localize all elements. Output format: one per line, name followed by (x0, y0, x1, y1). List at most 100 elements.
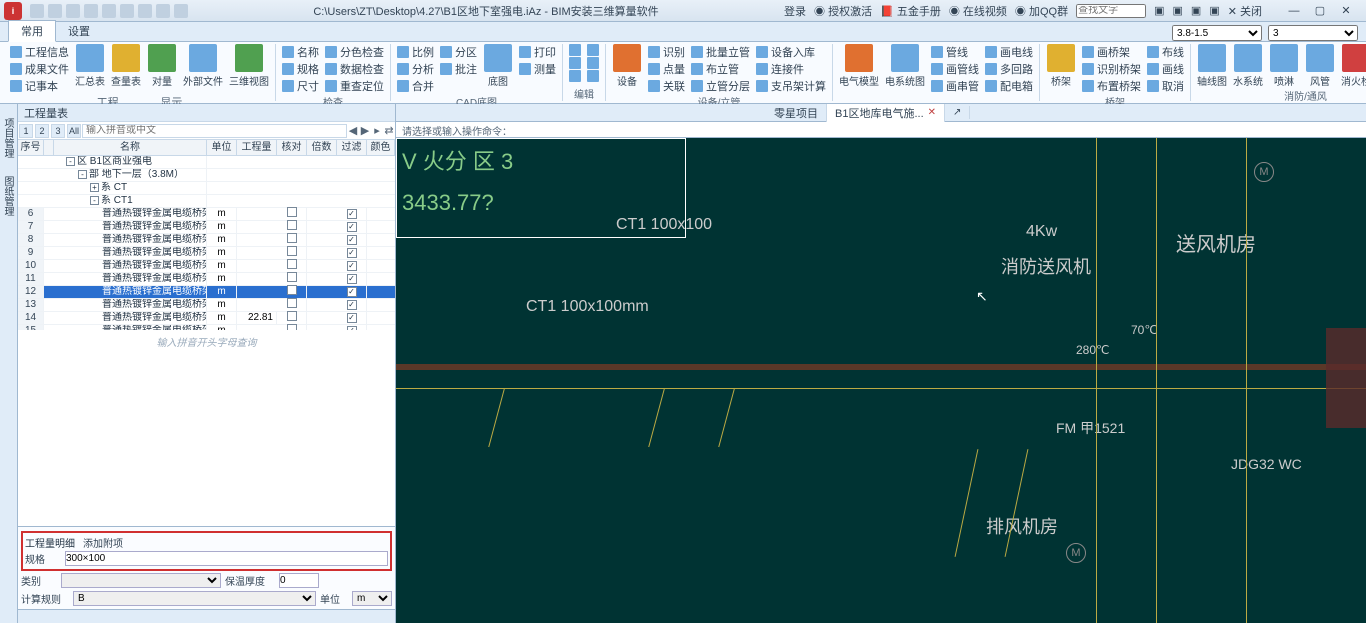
quick-access-toolbar (30, 4, 188, 18)
table-row[interactable]: -区 B1区商业强电 (18, 156, 395, 169)
qat-btn[interactable] (138, 4, 152, 18)
tb-icon[interactable]: ▣ (1154, 4, 1164, 17)
num-combo[interactable]: 3 (1268, 25, 1358, 41)
qat-btn[interactable] (156, 4, 170, 18)
project-info-button[interactable]: 工程信息 (10, 44, 69, 60)
elec-model-button[interactable]: 电气模型 (839, 44, 879, 88)
qat-btn[interactable] (66, 4, 80, 18)
qat-btn[interactable] (30, 4, 44, 18)
table-row[interactable]: -系 CT1 (18, 195, 395, 208)
extfile-button[interactable]: 外部文件 (183, 44, 223, 88)
table-row[interactable]: 9普通热镀锌金属电缆桥架 40..m✓ (18, 247, 395, 260)
spec-input[interactable] (65, 551, 388, 566)
compare-button[interactable]: 对量 (147, 44, 177, 88)
tb-1[interactable]: 1 (19, 124, 33, 138)
ribbon-tab-common[interactable]: 常用 (8, 20, 56, 42)
elec-sys-button[interactable]: 电系统图 (885, 44, 925, 88)
table-row[interactable]: 12普通热镀锌金属电缆桥架 30..m✓ (18, 286, 395, 299)
group-device: 设备 识别 点量 关联 批量立管 布立管 立管分层 设备入库 连接件 支吊架计算… (606, 44, 833, 101)
spec-label: 规格 (25, 551, 61, 566)
lookup-button[interactable]: 查量表 (111, 44, 141, 88)
prop-tab-detail[interactable]: 工程量明细 (25, 535, 75, 549)
nav-more[interactable]: ▸ (371, 124, 383, 137)
property-pane: 工程量明细 添加附项 规格 类别 保温厚度 计算规则 B 单位 m (18, 526, 395, 609)
tb-icon[interactable]: ▣ (1173, 4, 1183, 17)
qq-link[interactable]: ◉ 加QQ群 (1015, 3, 1068, 19)
table-row[interactable]: 14普通热镀锌金属电缆桥架 10..m22.81✓ (18, 312, 395, 325)
qat-btn[interactable] (48, 4, 62, 18)
doc-tab-b1[interactable]: B1区地库电气施...✕ (827, 104, 945, 122)
table-row[interactable]: +系 CT (18, 182, 395, 195)
minimize-button[interactable]: ― (1282, 3, 1306, 19)
login-link[interactable]: 登录 (784, 3, 806, 19)
tb-icon[interactable]: ▣ (1191, 4, 1201, 17)
prop-tab-add[interactable]: 添加附项 (83, 535, 123, 549)
basemap-button[interactable]: 底图 (483, 44, 513, 88)
qat-btn[interactable] (102, 4, 116, 18)
panel-title: 工程量表 (18, 104, 395, 122)
sidetab-drawing[interactable]: 图纸管理 (0, 170, 17, 222)
quantities-panel: 工程量表 1 2 3 All ◀ ▶ ▸ ⇄ 序号 名称 单位 工程量 核对 倍… (18, 104, 396, 623)
table-row[interactable]: 7普通热镀锌金属电缆桥架 60..m✓ (18, 221, 395, 234)
ribbon-tab-settings[interactable]: 设置 (56, 21, 102, 41)
tb-2[interactable]: 2 (35, 124, 49, 138)
app-logo: i (4, 2, 22, 20)
titlebar: i C:\Users\ZT\Desktop\4.27\B1区地下室强电.iAz … (0, 0, 1366, 22)
table-row[interactable]: 6普通热镀锌金属电缆桥架 60..m✓ (18, 208, 395, 221)
table-row[interactable]: -部 地下一层（3.8M） (18, 169, 395, 182)
group-tray: 桥架 画桥架 识别桥架 布置桥架 布线 画线 取消 桥架 (1040, 44, 1191, 101)
sidetab-project[interactable]: 项目管理 (0, 112, 17, 164)
table-row[interactable]: 10普通热镀锌金属电缆桥架 40..m✓ (18, 260, 395, 273)
type-select[interactable] (61, 573, 221, 588)
video-link[interactable]: ◉ 在线视频 (949, 3, 1007, 19)
close-button[interactable]: ✕ (1334, 3, 1358, 19)
side-tabs: 项目管理 图纸管理 (0, 104, 18, 623)
group-check: 名称 规格 尺寸 分色检查 数据检查 重查定位 检查 (276, 44, 391, 101)
nav-reorder[interactable]: ⇄ (383, 124, 395, 137)
qat-btn[interactable] (84, 4, 98, 18)
tb-all[interactable]: All (67, 124, 81, 138)
close-icon[interactable]: ✕ (928, 107, 936, 118)
notepad-button[interactable]: 记事本 (10, 78, 69, 94)
ins-input[interactable] (279, 573, 319, 588)
group-fire: 轴线图 水系统 喷淋 风管 消火栓 管线 材料 消防/通风 (1191, 44, 1366, 101)
ribbon: 工程信息 成果文件 记事本 汇总表 查量表 对量 外部文件 三维视图 工程 显示… (0, 42, 1366, 104)
hardware-link[interactable]: 📕 五金手册 (880, 3, 941, 19)
table-row[interactable]: 8普通热镀锌金属电缆桥架 50..m✓ (18, 234, 395, 247)
tb-3[interactable]: 3 (51, 124, 65, 138)
pinyin-filter[interactable] (82, 124, 347, 138)
panel-scrollbar[interactable] (18, 609, 395, 623)
unit-select[interactable]: m (352, 591, 392, 606)
doc-tab-misc[interactable]: 零星项目 (766, 104, 827, 122)
tree-header: 序号 名称 单位 工程量 核对 倍数 过滤 颜色 (18, 140, 395, 156)
result-file-button[interactable]: 成果文件 (10, 61, 69, 77)
doc-tab-export[interactable]: ↗ (945, 106, 970, 119)
title-right-links: 登录 ◉ 授权激活 📕 五金手册 ◉ 在线视频 ◉ 加QQ群 ▣ ▣ ▣ ▣ ✕ 关闭… (784, 3, 1358, 19)
ins-label: 保温厚度 (225, 573, 275, 588)
tray-button[interactable]: 桥架 (1046, 44, 1076, 88)
command-prompt[interactable]: 请选择或输入操作命令： (396, 122, 1366, 138)
table-row[interactable]: 11普通热镀锌金属电缆桥架 30..m✓ (18, 273, 395, 286)
device-button[interactable]: 设备 (612, 44, 642, 88)
nav-left[interactable]: ◀ (347, 124, 359, 137)
scale-combo[interactable]: 3.8-1.5 (1172, 25, 1262, 41)
summary-button[interactable]: 汇总表 (75, 44, 105, 88)
titlebar-search[interactable] (1076, 4, 1146, 18)
panel-toolbar: 1 2 3 All ◀ ▶ ▸ ⇄ (18, 122, 395, 140)
group-edit: 编辑 (563, 44, 606, 101)
tree-search-hint: 输入拼音开头字母查询 (18, 330, 395, 353)
drawing-canvas[interactable]: V 火分 区 3 3433.77? CT1 100x100 CT1 100x10… (396, 138, 1366, 623)
calc-label: 计算规则 (21, 591, 69, 606)
document-tabs: 零星项目 B1区地库电气施...✕ ↗ (396, 104, 1366, 122)
qat-btn[interactable] (174, 4, 188, 18)
maximize-button[interactable]: ▢ (1308, 3, 1332, 19)
auth-link[interactable]: ◉ 授权激活 (814, 3, 872, 19)
qat-btn[interactable] (120, 4, 134, 18)
nav-right[interactable]: ▶ (359, 124, 371, 137)
calc-select[interactable]: B (73, 591, 316, 606)
tree-body[interactable]: -区 B1区商业强电-部 地下一层（3.8M）+系 CT-系 CT16普通热镀锌… (18, 156, 395, 330)
tb-icon[interactable]: ▣ (1209, 4, 1219, 17)
view3d-button[interactable]: 三维视图 (229, 44, 269, 88)
table-row[interactable]: 13普通热镀锌金属电缆桥架 20..m✓ (18, 299, 395, 312)
close-link[interactable]: ✕ 关闭 (1228, 3, 1262, 19)
